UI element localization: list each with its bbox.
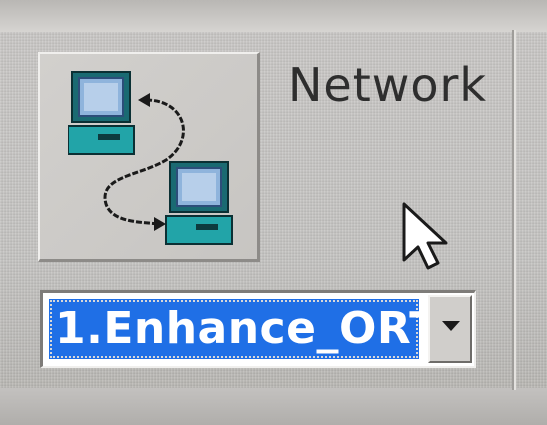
- computer-bottom-icon: [165, 161, 233, 245]
- bottom-edge: [0, 388, 547, 425]
- arrow-pointer-icon: [402, 202, 448, 270]
- network-label: Network: [288, 58, 488, 112]
- chevron-down-icon: [442, 321, 460, 331]
- workflow-dropdown[interactable]: 1.Enhance_ORTH: [40, 290, 476, 368]
- panel-divider: [512, 30, 514, 390]
- top-edge: [0, 0, 547, 32]
- dropdown-arrow-button[interactable]: [428, 295, 472, 363]
- network-computers-icon: [68, 71, 233, 245]
- dropdown-selected-value[interactable]: 1.Enhance_ORTH: [49, 299, 419, 359]
- computer-top-icon: [68, 71, 135, 155]
- network-tool-button[interactable]: [38, 52, 260, 262]
- dropdown-selected-text: 1.Enhance_ORTH: [55, 303, 419, 354]
